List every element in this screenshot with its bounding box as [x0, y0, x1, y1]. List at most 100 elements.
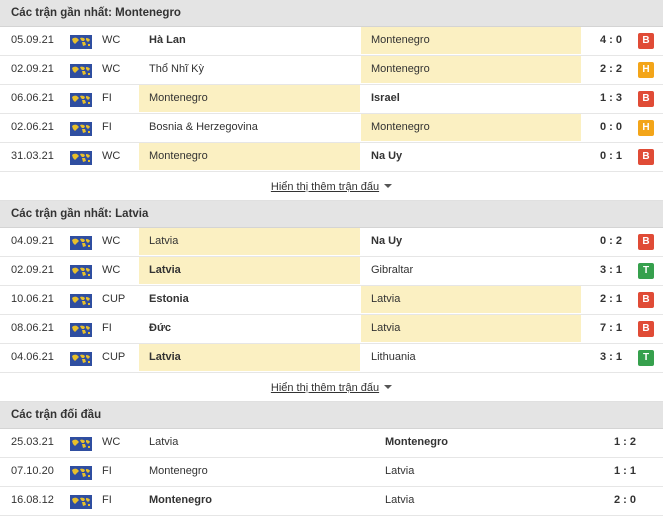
world-map-flag-icon: [70, 323, 92, 337]
competition-label: WC: [102, 235, 121, 247]
caret-down-icon[interactable]: [384, 385, 393, 389]
world-map-flag-icon: [70, 151, 92, 165]
show-more-row: Hiển thị thêm trận đấu: [0, 172, 663, 201]
match-row[interactable]: 04.06.21 CUP Latvia Lithuania 3 : 1T: [0, 344, 663, 373]
competition-label: WC: [102, 63, 121, 75]
match-row[interactable]: 02.09.21 WC Latvia Gibraltar 3 : 1T: [0, 257, 663, 286]
match-score[interactable]: 2 : 2: [585, 56, 637, 83]
away-team[interactable]: Montenegro: [361, 27, 581, 54]
match-row[interactable]: 10.06.21 CUP Estonia Latvia 2 : 1B: [0, 286, 663, 315]
match-row[interactable]: 25.03.21 WC Latvia Montenegro 1 : 2: [0, 429, 663, 458]
section-title: Các trận gần nhất: Latvia: [0, 201, 663, 228]
match-row[interactable]: 02.06.21 FI Bosnia & Herzegovina Montenegro…: [0, 114, 663, 143]
match-date: 16.08.12: [11, 494, 54, 506]
home-team[interactable]: Bosnia & Herzegovina: [139, 114, 360, 141]
competition-label: FI: [102, 92, 112, 104]
match-score[interactable]: 1 : 1: [600, 458, 650, 485]
world-map-flag-icon: [70, 437, 92, 451]
match-date: 25.03.21: [11, 436, 54, 448]
match-row[interactable]: 07.10.20 FI Montenegro Latvia 1 : 1: [0, 458, 663, 487]
match-score[interactable]: 7 : 1: [585, 315, 637, 342]
competition-label: WC: [102, 34, 121, 46]
match-score[interactable]: 2 : 1: [585, 286, 637, 313]
show-more-link[interactable]: Hiển thị thêm trận đấu: [271, 382, 379, 394]
home-team[interactable]: Latvia: [139, 228, 360, 255]
away-team[interactable]: Na Uy: [361, 143, 581, 170]
home-team[interactable]: Latvia: [139, 344, 360, 371]
match-row[interactable]: 08.06.21 FI Đức Latvia 7 : 1B: [0, 315, 663, 344]
result-badge: B: [638, 149, 654, 165]
match-score[interactable]: 3 : 1: [585, 257, 637, 284]
competition-label: FI: [102, 465, 112, 477]
away-team[interactable]: Latvia: [361, 286, 581, 313]
competition-label: CUP: [102, 293, 126, 305]
competition-label: WC: [102, 264, 121, 276]
caret-down-icon[interactable]: [384, 184, 393, 188]
home-team[interactable]: Đức: [139, 315, 360, 342]
home-team[interactable]: Montenegro: [139, 487, 360, 514]
head-to-head-section: Các trận đối đầu 25.03.21 WC Latvia Monteneg…: [0, 402, 663, 516]
match-row[interactable]: 04.09.21 WC Latvia Na Uy 0 : 2B: [0, 228, 663, 257]
section-title: Các trận đối đầu: [0, 402, 663, 429]
result-badge: T: [638, 350, 654, 366]
world-map-flag-icon: [70, 122, 92, 136]
home-team[interactable]: Montenegro: [139, 143, 360, 170]
result-badge: B: [638, 292, 654, 308]
match-score[interactable]: 0 : 0: [585, 114, 637, 141]
match-date: 02.09.21: [11, 63, 54, 75]
match-score[interactable]: 1 : 2: [600, 429, 650, 456]
match-row[interactable]: 05.09.21 WC Hà Lan Montenegro 4 : 0B: [0, 27, 663, 56]
world-map-flag-icon: [70, 466, 92, 480]
competition-label: WC: [102, 150, 121, 162]
away-team[interactable]: Montenegro: [361, 114, 581, 141]
match-date: 10.06.21: [11, 293, 54, 305]
match-score[interactable]: 4 : 0: [585, 27, 637, 54]
home-team[interactable]: Thổ Nhĩ Kỳ: [139, 56, 360, 83]
recent-matches-section: Các trận gần nhất: Latvia 04.09.21 WC Latvi…: [0, 201, 663, 402]
home-team[interactable]: Estonia: [139, 286, 360, 313]
match-date: 04.06.21: [11, 351, 54, 363]
away-team[interactable]: Lithuania: [361, 344, 581, 371]
world-map-flag-icon: [70, 236, 92, 250]
home-team[interactable]: Latvia: [139, 257, 360, 284]
home-team[interactable]: Latvia: [139, 429, 360, 456]
match-score[interactable]: 0 : 2: [585, 228, 637, 255]
away-team[interactable]: Montenegro: [375, 429, 595, 456]
home-team[interactable]: Montenegro: [139, 458, 360, 485]
world-map-flag-icon: [70, 35, 92, 49]
result-badge: H: [638, 120, 654, 136]
world-map-flag-icon: [70, 265, 92, 279]
home-team[interactable]: Montenegro: [139, 85, 360, 112]
competition-label: FI: [102, 322, 112, 334]
match-row[interactable]: 02.09.21 WC Thổ Nhĩ Kỳ Montenegro 2 : 2H: [0, 56, 663, 85]
show-more-link[interactable]: Hiển thị thêm trận đấu: [271, 181, 379, 193]
away-team[interactable]: Na Uy: [361, 228, 581, 255]
match-score[interactable]: 1 : 3: [585, 85, 637, 112]
match-score[interactable]: 0 : 1: [585, 143, 637, 170]
match-score[interactable]: 2 : 0: [600, 487, 650, 514]
result-badge: H: [638, 62, 654, 78]
away-team[interactable]: Gibraltar: [361, 257, 581, 284]
match-score[interactable]: 3 : 1: [585, 344, 637, 371]
away-team[interactable]: Israel: [361, 85, 581, 112]
match-row[interactable]: 16.08.12 FI Montenegro Latvia 2 : 0: [0, 487, 663, 516]
away-team[interactable]: Montenegro: [361, 56, 581, 83]
world-map-flag-icon: [70, 495, 92, 509]
competition-label: WC: [102, 436, 121, 448]
match-date: 02.06.21: [11, 121, 54, 133]
recent-matches-section: Các trận gần nhất: Montenegro 05.09.21 WC H…: [0, 0, 663, 201]
competition-label: FI: [102, 121, 112, 133]
away-team[interactable]: Latvia: [375, 458, 595, 485]
match-date: 06.06.21: [11, 92, 54, 104]
match-date: 05.09.21: [11, 34, 54, 46]
matches-panel: Các trận gần nhất: Montenegro 05.09.21 WC H…: [0, 0, 663, 516]
match-row[interactable]: 06.06.21 FI Montenegro Israel 1 : 3B: [0, 85, 663, 114]
match-row[interactable]: 31.03.21 WC Montenegro Na Uy 0 : 1B: [0, 143, 663, 172]
away-team[interactable]: Latvia: [375, 487, 595, 514]
world-map-flag-icon: [70, 294, 92, 308]
competition-label: FI: [102, 494, 112, 506]
result-badge: B: [638, 321, 654, 337]
away-team[interactable]: Latvia: [361, 315, 581, 342]
result-badge: B: [638, 234, 654, 250]
home-team[interactable]: Hà Lan: [139, 27, 360, 54]
